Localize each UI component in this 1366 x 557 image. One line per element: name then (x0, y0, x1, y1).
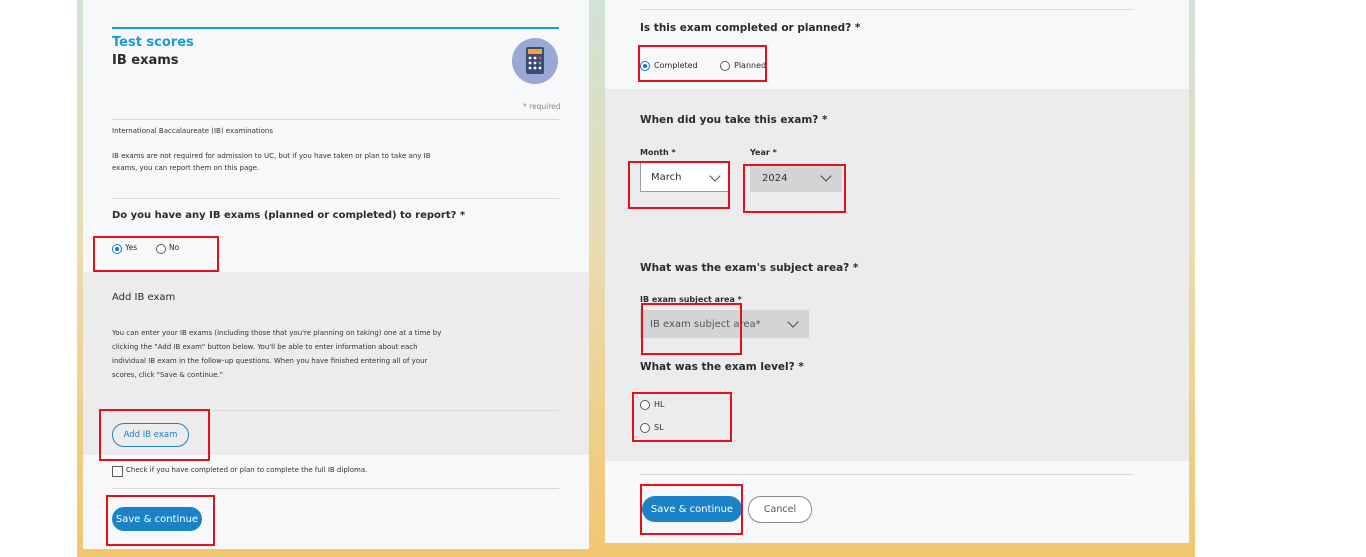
top-accent-line (112, 27, 559, 29)
divider (112, 488, 559, 489)
highlight-save (106, 495, 215, 546)
diploma-label: Check if you have completed or plan to c… (126, 466, 368, 474)
add-text-1: You can enter your IB exams (including t… (112, 329, 442, 337)
month-label: Month * (640, 148, 676, 157)
add-text-3: individual IB exam in the follow-up ques… (112, 357, 428, 365)
add-text-2: clicking the "Add IB exam" button below.… (112, 343, 418, 351)
chevron-down-icon (787, 316, 799, 328)
page-title: IB exams (112, 53, 179, 68)
divider (640, 474, 1133, 475)
highlight-month (628, 161, 730, 209)
section-title: Test scores (112, 35, 194, 50)
highlight-year (743, 164, 846, 213)
divider (640, 9, 1133, 10)
level-question: What was the exam level? * (640, 361, 804, 373)
highlight-save (640, 484, 743, 535)
cancel-button[interactable]: Cancel (748, 496, 812, 523)
status-question: Is this exam completed or planned? * (640, 22, 861, 34)
highlight-subject (641, 303, 742, 355)
required-note: * required (523, 102, 561, 111)
diploma-checkbox[interactable] (112, 466, 123, 477)
intro-text-1: IB exams are not required for admission … (112, 152, 431, 160)
highlight-yes-no (93, 236, 219, 272)
ib-report-question: Do you have any IB exams (planned or com… (112, 210, 466, 221)
highlight-add-exam (99, 409, 210, 461)
subject-question: What was the exam's subject area? * (640, 262, 859, 274)
highlight-level (632, 392, 732, 442)
intro-title: International Baccalaureate (IB) examina… (112, 127, 273, 135)
calculator-icon (512, 38, 558, 84)
ib-exams-panel: Test scores IB exams * required Internat… (83, 0, 589, 549)
add-text-4: scores, click "Save & continue." (112, 371, 223, 379)
year-label: Year * (750, 148, 777, 157)
date-question: When did you take this exam? * (640, 114, 828, 126)
add-exam-heading: Add IB exam (112, 292, 176, 303)
highlight-status (638, 45, 767, 82)
divider (112, 198, 559, 199)
intro-text-2: exams, you can report them on this page. (112, 164, 260, 172)
divider (112, 119, 559, 120)
